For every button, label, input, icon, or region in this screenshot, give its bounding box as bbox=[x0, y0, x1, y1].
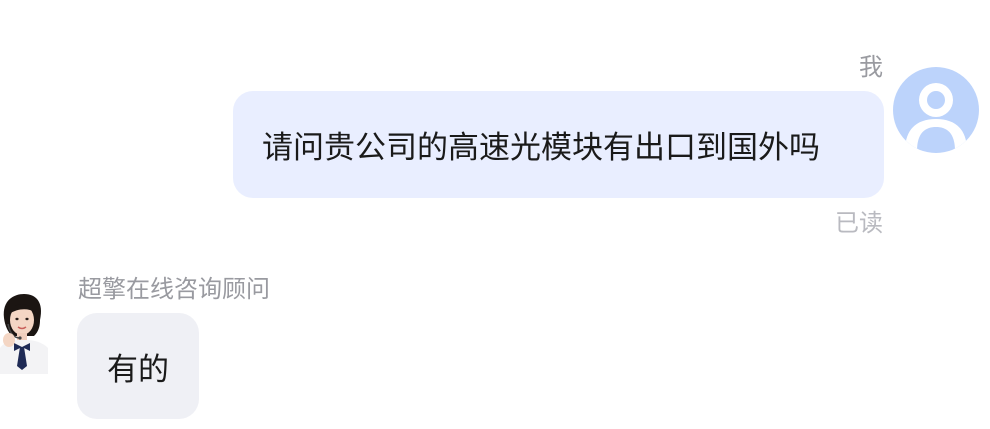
message-text-incoming: 有的 bbox=[107, 351, 169, 388]
sender-name-me: 我 bbox=[859, 53, 883, 81]
agent-avatar-icon[interactable] bbox=[0, 290, 52, 374]
read-status: 已读 bbox=[835, 209, 883, 237]
message-bubble-incoming[interactable]: 有的 bbox=[77, 313, 199, 419]
message-bubble-outgoing[interactable]: 请问贵公司的高速光模块有出口到国外吗 bbox=[233, 91, 884, 198]
message-text-outgoing: 请问贵公司的高速光模块有出口到国外吗 bbox=[262, 130, 820, 166]
user-avatar-icon[interactable] bbox=[893, 67, 979, 153]
sender-name-agent: 超擎在线咨询顾问 bbox=[78, 275, 270, 303]
